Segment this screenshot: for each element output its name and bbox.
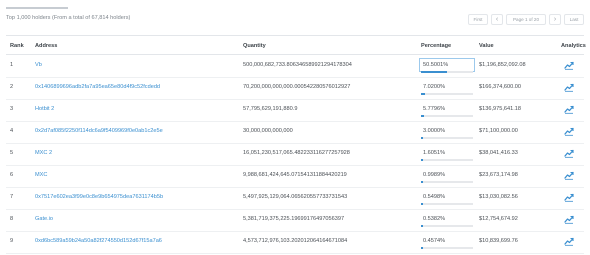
- analytics-chart-icon[interactable]: [564, 192, 574, 202]
- holders-summary: Top 1,000 holders (From a total of 67,81…: [6, 15, 131, 21]
- percentage-bar-fill: [421, 93, 425, 95]
- table-row: 1 Vb 500,000,682,733.806346589921294178304…: [6, 55, 584, 78]
- percentage-bar: [421, 203, 473, 205]
- table-row: 3 Hotbit 2 57,795,629,191,880.9 5.7796% $136…: [6, 99, 584, 122]
- percentage-bar-fill: [421, 159, 424, 161]
- quantity-cell: 70,200,000,000,000.000542280576012927: [243, 84, 351, 90]
- value-cell: $1,196,852,092.08: [479, 62, 526, 68]
- analytics-chart-icon[interactable]: [564, 126, 574, 136]
- rank-cell: 4: [10, 128, 14, 134]
- analytics-chart-icon[interactable]: [564, 236, 574, 246]
- pagination: First ‹ Page 1 of 20 › Last: [468, 14, 584, 25]
- holder-address-link[interactable]: Vb: [35, 62, 42, 68]
- percentage-bar-fill: [421, 181, 424, 183]
- percentage-bar: [421, 225, 473, 227]
- table-row: 6 MXC 9,988,681,424,645.071541311884420219…: [6, 165, 584, 188]
- prev-page-button[interactable]: ‹: [491, 14, 503, 25]
- rank-cell: 3: [10, 106, 14, 112]
- percentage-bar-fill: [421, 225, 424, 227]
- percentage-bar: [421, 137, 473, 139]
- holder-address-link[interactable]: 0x2d7af085f2250f114dc6a9f5409969f0e0ab1c…: [35, 128, 163, 134]
- column-header-rank: Rank: [10, 43, 24, 49]
- table-top-border: [6, 35, 584, 36]
- column-header-percentage: Percentage: [421, 43, 452, 49]
- column-header-quantity: Quantity: [243, 43, 266, 49]
- percentage-bar: [421, 247, 473, 249]
- analytics-chart-icon[interactable]: [564, 82, 574, 92]
- table-row: 5 MXC 2 16,051,230,517,065.482233116277257…: [6, 143, 584, 166]
- percentage-cell: 7.0200%: [423, 84, 446, 90]
- percentage-bar: [421, 159, 473, 161]
- value-cell: $12,754,674.92: [479, 216, 518, 222]
- percentage-cell: 1.6051%: [423, 150, 446, 156]
- analytics-chart-icon[interactable]: [564, 148, 574, 158]
- rank-cell: 7: [10, 194, 14, 200]
- quantity-cell: 5,497,925,129,064.065620557733731543: [243, 194, 348, 200]
- column-header-analytics: Analytics: [561, 43, 586, 49]
- percentage-bar-fill: [421, 115, 424, 117]
- percentage-bar: [421, 71, 473, 73]
- analytics-chart-icon[interactable]: [564, 214, 574, 224]
- percentage-cell: 3.0000%: [423, 128, 446, 134]
- next-page-button[interactable]: ›: [549, 14, 561, 25]
- percentage-bar: [421, 93, 473, 95]
- percentage-cell: 5.7796%: [423, 106, 446, 112]
- column-header-value: Value: [479, 43, 494, 49]
- last-page-button[interactable]: Last: [564, 14, 584, 25]
- value-cell: $23,673,174.98: [479, 172, 518, 178]
- page-indicator: Page 1 of 20: [506, 14, 546, 25]
- percentage-bar-fill: [421, 247, 424, 249]
- rank-cell: 1: [10, 62, 14, 68]
- quantity-cell: 5,381,719,375,225.19699176497056397: [243, 216, 345, 222]
- analytics-chart-icon[interactable]: [564, 104, 574, 114]
- analytics-chart-icon[interactable]: [564, 60, 574, 70]
- holder-address-link[interactable]: Gate.io: [35, 216, 53, 222]
- value-cell: $166,374,600.00: [479, 84, 521, 90]
- quantity-cell: 500,000,682,733.806346589921294178304: [243, 62, 352, 68]
- percentage-cell: 0.9989%: [423, 172, 446, 178]
- percentage-cell: 0.5498%: [423, 194, 446, 200]
- value-cell: $71,100,000.00: [479, 128, 518, 134]
- table-row: 9 0xd6bc589a59b24a50a82f274550d152d67f15a…: [6, 231, 584, 254]
- table-row: 4 0x2d7af085f2250f114dc6a9f5409969f0e0ab1…: [6, 121, 584, 144]
- value-cell: $38,041,416.33: [479, 150, 518, 156]
- value-cell: $136,975,641.18: [479, 106, 521, 112]
- holder-address-link[interactable]: MXC: [35, 172, 47, 178]
- percentage-cell: 0.4574%: [423, 238, 446, 244]
- holder-address-link[interactable]: MXC 2: [35, 150, 52, 156]
- table-row: 2 0x1406899696adb2fa7a95ea65e80d4f9c52fcd…: [6, 77, 584, 100]
- rank-cell: 6: [10, 172, 14, 178]
- holder-address-link[interactable]: 0xd6bc589a59b24a50a82f274550d152d67f15a7…: [35, 238, 162, 244]
- rank-cell: 2: [10, 84, 14, 90]
- quantity-cell: 4,573,712,976,103.202012064164671084: [243, 238, 348, 244]
- percentage-bar-fill: [421, 137, 424, 139]
- percentage-bar-fill: [421, 203, 424, 205]
- percentage-bar: [421, 181, 473, 183]
- table-row: 7 0x7517e602ea3f99e0c8e9b654975dea7631174…: [6, 187, 584, 210]
- percentage-cell: 0.5382%: [423, 216, 446, 222]
- quantity-cell: 30,000,000,000,000: [243, 128, 293, 134]
- tab-underline: [6, 7, 68, 9]
- value-cell: $10,839,699.76: [479, 238, 518, 244]
- analytics-chart-icon[interactable]: [564, 170, 574, 180]
- quantity-cell: 57,795,629,191,880.9: [243, 106, 298, 112]
- holder-address-link[interactable]: Hotbit 2: [35, 106, 54, 112]
- rank-cell: 5: [10, 150, 14, 156]
- value-cell: $13,030,082.56: [479, 194, 518, 200]
- percentage-bar: [421, 115, 473, 117]
- holder-address-link[interactable]: 0x7517e602ea3f99e0c8e9b654975dea7631174b…: [35, 194, 163, 200]
- percentage-cell: 50.5001%: [423, 62, 449, 68]
- table-row: 8 Gate.io 5,381,719,375,225.19699176497056…: [6, 209, 584, 232]
- quantity-cell: 16,051,230,517,065.482233116277257928: [243, 150, 350, 156]
- first-page-button[interactable]: First: [468, 14, 488, 25]
- rank-cell: 8: [10, 216, 14, 222]
- column-header-address: Address: [35, 43, 58, 49]
- quantity-cell: 9,988,681,424,645.071541311884420219: [243, 172, 347, 178]
- rank-cell: 9: [10, 238, 14, 244]
- percentage-bar-fill: [421, 71, 448, 73]
- holder-address-link[interactable]: 0x1406899696adb2fa7a95ea65e80d4f9c52fcde…: [35, 84, 160, 90]
